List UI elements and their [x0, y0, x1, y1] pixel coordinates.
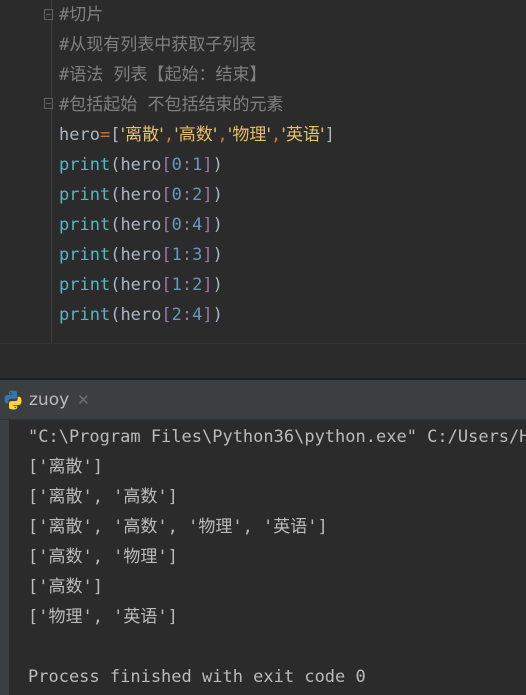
slice-colon: : [181, 155, 193, 175]
close-bracket: ] [202, 305, 213, 325]
builtin-function: print [59, 275, 111, 295]
open-paren: ( [110, 215, 121, 235]
slice-end: 4 [192, 305, 203, 325]
close-paren: ) [212, 155, 223, 175]
slice-end: 3 [192, 245, 203, 265]
string-literal: '物理' [227, 125, 272, 145]
assign-operator: = [99, 125, 111, 145]
comma: , [217, 125, 228, 145]
run-tab-label: zuoy [29, 390, 70, 410]
close-paren: ) [212, 185, 223, 205]
console-output-line: ['离散'] [28, 457, 103, 477]
slice-colon: : [181, 245, 193, 265]
open-bracket: [ [161, 155, 172, 175]
print-line: print(hero[1:2]) [59, 270, 223, 300]
variable-name: hero [120, 275, 162, 295]
variable-name: hero [59, 125, 100, 145]
string-literal: '离散' [120, 125, 164, 145]
slice-end: 4 [192, 215, 203, 235]
open-bracket: [ [161, 305, 172, 325]
slice-end: 2 [192, 185, 203, 205]
open-paren: ( [110, 185, 121, 205]
close-bracket: ] [202, 185, 213, 205]
console-output-line: ['物理', '英语'] [28, 607, 178, 627]
panel-splitter[interactable] [0, 344, 526, 380]
variable-name: hero [120, 215, 162, 235]
close-paren: ) [212, 245, 223, 265]
console-exit-line: Process finished with exit code 0 [28, 667, 366, 687]
fold-end-icon[interactable] [44, 98, 53, 109]
comment-line: #语法 列表【起始：结束】 [59, 65, 267, 85]
fold-start-icon[interactable] [44, 9, 53, 20]
open-paren: ( [110, 275, 121, 295]
builtin-function: print [59, 245, 111, 265]
slice-colon: : [181, 215, 193, 235]
print-line: print(hero[2:4]) [59, 300, 223, 330]
open-bracket: [ [161, 185, 172, 205]
console-toolbar [0, 420, 9, 695]
open-paren: ( [110, 245, 121, 265]
slice-start: 2 [171, 305, 182, 325]
comma: , [163, 125, 175, 145]
slice-start: 0 [171, 185, 182, 205]
list-close-bracket: ] [324, 125, 335, 145]
open-bracket: [ [161, 215, 172, 235]
string-literal: '高数' [174, 125, 218, 145]
close-paren: ) [212, 215, 223, 235]
close-bracket: ] [202, 215, 213, 235]
console-output-line: ['离散', '高数'] [28, 487, 178, 507]
variable-name: hero [120, 155, 162, 175]
slice-start: 1 [171, 245, 182, 265]
console-command-line: "C:\Program Files\Python36\python.exe" C… [28, 427, 526, 447]
comment-line: #从现有列表中获取子列表 [59, 35, 257, 55]
print-line: print(hero[0:2]) [59, 180, 223, 210]
slice-end: 2 [192, 275, 203, 295]
comment-line: #切片 [59, 5, 104, 25]
close-bracket: ] [202, 245, 213, 265]
console-output-line: ['离散', '高数', '物理', '英语'] [28, 517, 328, 537]
open-paren: ( [110, 155, 121, 175]
slice-start: 1 [171, 275, 182, 295]
run-panel-header: zuoy ✕ [0, 380, 526, 420]
list-open-bracket: [ [110, 125, 121, 145]
python-icon [2, 389, 24, 411]
console-output-line: ['高数', '物理'] [28, 547, 178, 567]
assignment-line: hero=['离散','高数','物理','英语'] [59, 120, 335, 150]
close-paren: ) [212, 305, 223, 325]
run-tab[interactable]: zuoy ✕ [0, 380, 98, 420]
builtin-function: print [59, 215, 111, 235]
slice-start: 0 [171, 215, 182, 235]
variable-name: hero [120, 305, 162, 325]
slice-colon: : [181, 185, 193, 205]
slice-colon: : [181, 305, 193, 325]
run-console-output[interactable]: "C:\Program Files\Python36\python.exe" C… [0, 420, 526, 695]
close-icon[interactable]: ✕ [77, 391, 90, 409]
builtin-function: print [59, 305, 111, 325]
string-literal: '英语' [281, 125, 325, 145]
open-bracket: [ [161, 275, 172, 295]
variable-name: hero [120, 185, 162, 205]
close-bracket: ] [202, 275, 213, 295]
builtin-function: print [59, 155, 111, 175]
close-bracket: ] [202, 155, 213, 175]
comment-line: #包括起始 不包括结束的元素 [59, 95, 284, 115]
slice-start: 0 [171, 155, 182, 175]
slice-colon: : [181, 275, 193, 295]
close-paren: ) [212, 275, 223, 295]
print-line: print(hero[0:4]) [59, 210, 223, 240]
slice-end: 1 [192, 155, 203, 175]
code-editor[interactable]: #切片 #从现有列表中获取子列表 #语法 列表【起始：结束】 #包括起始 不包括… [0, 0, 526, 343]
builtin-function: print [59, 185, 111, 205]
console-output-line: ['高数'] [28, 577, 103, 597]
print-line: print(hero[0:1]) [59, 150, 223, 180]
variable-name: hero [120, 245, 162, 265]
open-bracket: [ [161, 245, 172, 265]
ide-window: #切片 #从现有列表中获取子列表 #语法 列表【起始：结束】 #包括起始 不包括… [0, 0, 526, 695]
gutter-divider [51, 0, 52, 343]
print-line: print(hero[1:3]) [59, 240, 223, 270]
comma: , [271, 125, 282, 145]
open-paren: ( [110, 305, 121, 325]
